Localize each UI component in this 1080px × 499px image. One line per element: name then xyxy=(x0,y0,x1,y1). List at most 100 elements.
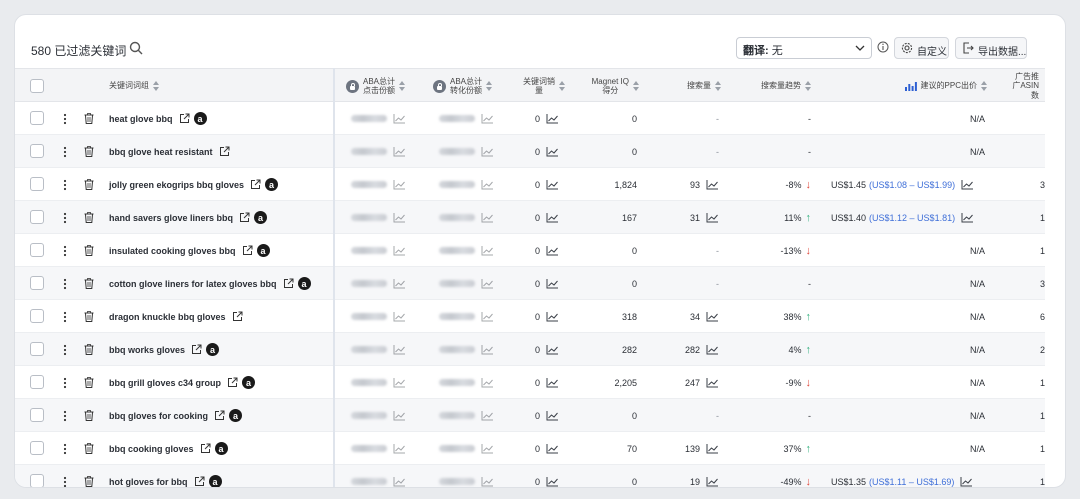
trend-chart-icon[interactable] xyxy=(546,179,559,190)
row-checkbox[interactable] xyxy=(30,474,44,487)
trend-chart-icon[interactable] xyxy=(706,443,719,454)
trash-icon[interactable] xyxy=(84,146,94,157)
amazon-icon[interactable]: a xyxy=(242,376,256,389)
customize-button[interactable]: 自定义 xyxy=(894,37,949,59)
trend-chart-icon[interactable] xyxy=(546,278,559,289)
trend-chart-icon[interactable] xyxy=(481,311,494,322)
trend-chart-icon[interactable] xyxy=(546,410,559,421)
external-link-icon[interactable] xyxy=(250,179,261,190)
trash-icon[interactable] xyxy=(84,245,94,256)
trash-icon[interactable] xyxy=(84,410,94,421)
keyword-text[interactable]: cotton glove liners for latex gloves bbq xyxy=(109,279,277,289)
external-link-icon[interactable] xyxy=(232,311,243,322)
trend-chart-icon[interactable] xyxy=(393,113,406,124)
external-link-icon[interactable] xyxy=(179,113,190,124)
more-vertical-icon[interactable] xyxy=(63,179,67,191)
keyword-text[interactable]: hand savers glove liners bbq xyxy=(109,213,233,223)
trend-chart-icon[interactable] xyxy=(393,377,406,388)
trend-chart-icon[interactable] xyxy=(546,476,559,487)
keyword-text[interactable]: bbq grill gloves c34 group xyxy=(109,378,221,388)
row-checkbox[interactable] xyxy=(30,276,44,290)
external-link-icon[interactable] xyxy=(214,410,225,421)
trend-chart-icon[interactable] xyxy=(960,476,973,487)
table-row[interactable]: heat glove bbq a 0 0 - - N/A xyxy=(15,102,1045,135)
row-checkbox[interactable] xyxy=(30,342,44,356)
more-vertical-icon[interactable] xyxy=(63,410,67,422)
trend-chart-icon[interactable] xyxy=(706,212,719,223)
amazon-icon[interactable]: a xyxy=(254,211,268,224)
amazon-icon[interactable]: a xyxy=(193,112,207,125)
trend-chart-icon[interactable] xyxy=(546,377,559,388)
keyword-text[interactable]: insulated cooking gloves bbq xyxy=(109,246,236,256)
row-checkbox[interactable] xyxy=(30,111,44,125)
trend-chart-icon[interactable] xyxy=(393,278,406,289)
amazon-icon[interactable]: a xyxy=(229,409,243,422)
more-vertical-icon[interactable] xyxy=(63,146,67,158)
table-row[interactable]: bbq glove heat resistant 0 0 - - N/A xyxy=(15,135,1045,168)
amazon-icon[interactable]: a xyxy=(265,178,279,191)
trend-chart-icon[interactable] xyxy=(961,212,974,223)
table-row[interactable]: bbq grill gloves c34 group a 0 2,205 247 -9% ↓… xyxy=(15,366,1045,399)
trash-icon[interactable] xyxy=(84,377,94,388)
trend-chart-icon[interactable] xyxy=(393,212,406,223)
search-icon[interactable] xyxy=(129,41,143,55)
keyword-text[interactable]: heat glove bbq xyxy=(109,114,173,124)
row-checkbox[interactable] xyxy=(30,144,44,158)
amazon-icon[interactable]: a xyxy=(256,244,270,257)
trend-chart-icon[interactable] xyxy=(546,443,559,454)
translate-select[interactable]: 翻译: 无 xyxy=(736,37,872,59)
row-checkbox[interactable] xyxy=(30,441,44,455)
keyword-text[interactable]: jolly green ekogrips bbq gloves xyxy=(109,180,244,190)
amazon-icon[interactable]: a xyxy=(206,343,220,356)
trend-chart-icon[interactable] xyxy=(546,344,559,355)
trend-chart-icon[interactable] xyxy=(393,311,406,322)
trend-chart-icon[interactable] xyxy=(706,344,719,355)
keyword-text[interactable]: dragon knuckle bbq gloves xyxy=(109,312,226,322)
trash-icon[interactable] xyxy=(84,476,94,487)
trend-chart-icon[interactable] xyxy=(481,245,494,256)
trend-chart-icon[interactable] xyxy=(546,113,559,124)
keyword-text[interactable]: bbq glove heat resistant xyxy=(109,147,213,157)
keyword-text[interactable]: bbq cooking gloves xyxy=(109,444,194,454)
table-row[interactable]: bbq works gloves a 0 282 282 4% ↑ N/A 2 xyxy=(15,333,1045,366)
trend-chart-icon[interactable] xyxy=(393,476,406,487)
trash-icon[interactable] xyxy=(84,179,94,190)
trend-chart-icon[interactable] xyxy=(481,146,494,157)
table-row[interactable]: hand savers glove liners bbq a 0 167 31 11% ↑ U… xyxy=(15,201,1045,234)
external-link-icon[interactable] xyxy=(191,344,202,355)
trend-chart-icon[interactable] xyxy=(706,476,719,487)
info-icon[interactable] xyxy=(877,41,889,53)
trash-icon[interactable] xyxy=(84,212,94,223)
trend-chart-icon[interactable] xyxy=(481,410,494,421)
row-checkbox[interactable] xyxy=(30,309,44,323)
keyword-text[interactable]: bbq works gloves xyxy=(109,345,185,355)
trend-chart-icon[interactable] xyxy=(481,443,494,454)
column-ppc-bid[interactable]: 建议的PPC出价 xyxy=(875,69,987,103)
export-button[interactable]: 导出数据... xyxy=(955,37,1027,59)
trash-icon[interactable] xyxy=(84,344,94,355)
trend-chart-icon[interactable] xyxy=(393,146,406,157)
more-vertical-icon[interactable] xyxy=(63,245,67,257)
column-ad-asin-count[interactable]: 广告推 广ASIN 数 xyxy=(1005,69,1039,103)
column-search-volume[interactable]: 搜索量 xyxy=(655,69,721,103)
more-vertical-icon[interactable] xyxy=(63,212,67,224)
trend-chart-icon[interactable] xyxy=(546,212,559,223)
table-row[interactable]: cotton glove liners for latex gloves bbq… xyxy=(15,267,1045,300)
table-row[interactable]: bbq gloves for cooking a 0 0 - - N/A 1 xyxy=(15,399,1045,432)
trend-chart-icon[interactable] xyxy=(481,179,494,190)
amazon-icon[interactable]: a xyxy=(214,442,228,455)
trash-icon[interactable] xyxy=(84,278,94,289)
more-vertical-icon[interactable] xyxy=(63,443,67,455)
trend-chart-icon[interactable] xyxy=(393,245,406,256)
more-vertical-icon[interactable] xyxy=(63,476,67,488)
column-aba-click-share[interactable]: ABA总计 点击份额 xyxy=(346,69,426,103)
external-link-icon[interactable] xyxy=(283,278,294,289)
more-vertical-icon[interactable] xyxy=(63,344,67,356)
table-row[interactable]: bbq cooking gloves a 0 70 139 37% ↑ N/A 1 xyxy=(15,432,1045,465)
trend-chart-icon[interactable] xyxy=(481,212,494,223)
select-all-checkbox[interactable] xyxy=(30,79,44,93)
column-keyword-sales[interactable]: 关键词销量 xyxy=(511,69,565,103)
trend-chart-icon[interactable] xyxy=(393,179,406,190)
table-row[interactable]: hot gloves for bbq a 0 0 19 -49% ↓ US$1.35 (US$1… xyxy=(15,465,1045,488)
trend-chart-icon[interactable] xyxy=(961,179,974,190)
